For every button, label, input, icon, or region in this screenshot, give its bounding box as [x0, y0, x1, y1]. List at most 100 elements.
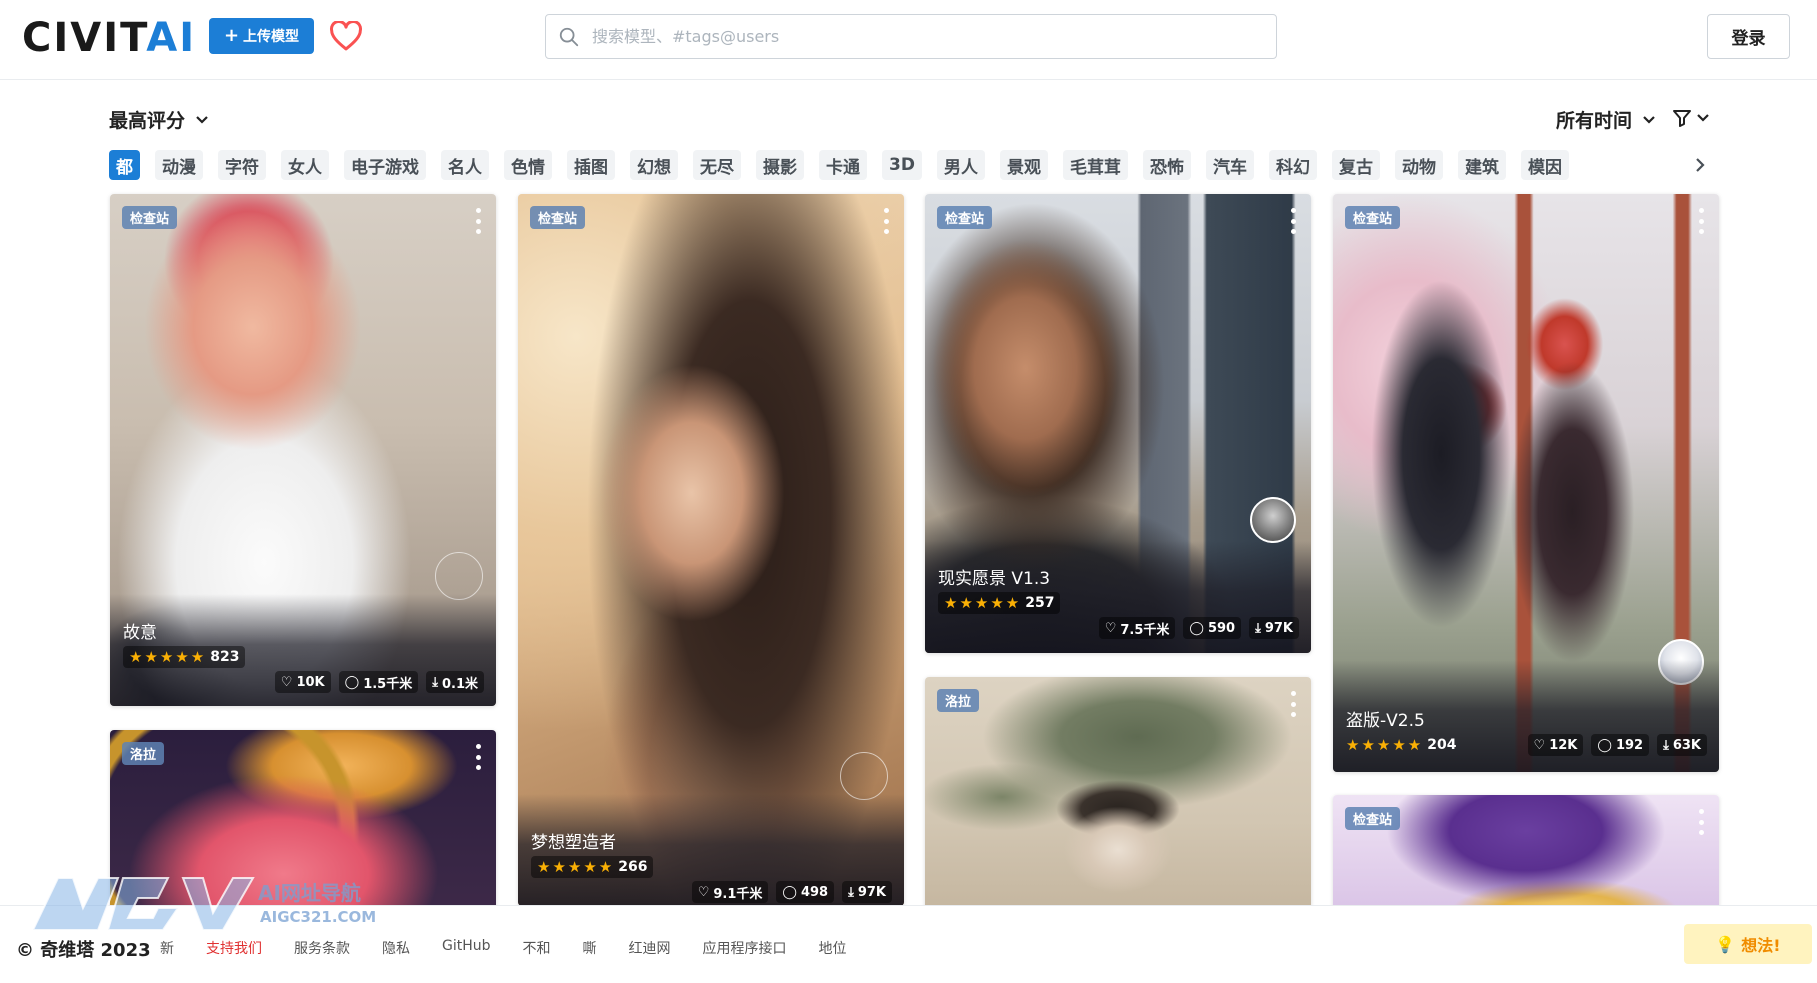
footer-link[interactable]: 应用程序接口	[703, 938, 787, 958]
rating-badge: ★★★★★ 204	[1346, 734, 1462, 756]
civitai-logo[interactable]: CIVITAI	[22, 16, 196, 60]
category-tab[interactable]: 动漫	[155, 150, 203, 180]
filter-icon	[1673, 110, 1691, 127]
chevron-down-icon	[1643, 115, 1655, 124]
model-card[interactable]: 检查站 现实愿景 V1.3 ★★★★★ 257 ♡ 7.5千米 ◯ 590 ⤓ 97K	[925, 194, 1311, 653]
footer-link[interactable]: 地位	[819, 938, 847, 958]
likes-count: 12K	[1549, 737, 1578, 753]
category-tab[interactable]: 3D	[882, 150, 922, 180]
reaction-ring-icon[interactable]	[840, 752, 888, 800]
heart-outline-icon: ♡	[1104, 620, 1117, 636]
category-tab[interactable]: 汽车	[1205, 150, 1254, 180]
category-tab[interactable]: 无尽	[693, 150, 741, 180]
tabs-scroll-right-button[interactable]	[1682, 150, 1718, 180]
downloads-count: 63K	[1672, 737, 1701, 753]
model-card[interactable]: 检查站 梦想塑造者 ★★★★★ 266 ♡ 9.1千米 ◯ 498 ⤓ 97K	[518, 194, 904, 906]
comment-icon: ◯	[344, 674, 360, 690]
filter-button[interactable]	[1672, 108, 1710, 128]
more-options-icon[interactable]	[882, 208, 890, 234]
comments-count: 590	[1207, 620, 1236, 636]
footer-link[interactable]: 服务条款	[294, 938, 350, 958]
rating-badge: ★★★★★ 257	[938, 592, 1061, 614]
search-bar[interactable]	[545, 14, 1277, 59]
comments-stat: ◯ 192	[1591, 734, 1650, 756]
login-button[interactable]: 登录	[1707, 14, 1790, 59]
reaction-ring-icon[interactable]	[435, 552, 483, 600]
model-type-badge: 检查站	[937, 206, 993, 229]
more-options-icon[interactable]	[1289, 208, 1297, 234]
chevron-right-icon	[1696, 158, 1705, 172]
category-tabs: 都 动漫 字符 女人 电子游戏 名人 色情 插图 幻想 无尽 摄影 卡通 3D …	[109, 150, 1569, 180]
support-heart-button[interactable]	[328, 18, 364, 54]
creator-avatar[interactable]	[1250, 497, 1296, 543]
footer-links: 新 支持我们 服务条款 隐私 GitHub 不和 嘶 红迪网 应用程序接口 地位	[160, 938, 847, 958]
category-tab[interactable]: 幻想	[630, 150, 678, 180]
likes-stat: ♡ 7.5千米	[1098, 617, 1176, 639]
model-type-badge: 洛拉	[122, 742, 165, 765]
heart-outline-icon: ♡	[280, 674, 293, 690]
upload-model-button[interactable]: + 上传模型	[209, 18, 314, 54]
category-tab[interactable]: 模因	[1520, 150, 1569, 180]
period-dropdown[interactable]: 所有时间	[1556, 106, 1656, 133]
category-tab[interactable]: 动物	[1394, 150, 1443, 180]
downloads-stat: ⤓ 97K	[1249, 617, 1299, 639]
footer-link[interactable]: 不和	[523, 938, 551, 958]
download-icon: ⤓	[848, 884, 854, 900]
category-tab[interactable]: 插图	[567, 150, 615, 180]
footer-link[interactable]: 支持我们	[206, 938, 262, 958]
model-type-badge: 检查站	[1345, 206, 1401, 229]
footer-link[interactable]: 红迪网	[629, 938, 671, 958]
rating-badge: ★★★★★ 266	[531, 856, 654, 878]
category-tab[interactable]: 电子游戏	[344, 150, 426, 180]
rating-badge: ★★★★★ 823	[123, 646, 246, 668]
footer-link[interactable]: 嘶	[583, 938, 597, 958]
downloads-count: 0.1米	[441, 676, 478, 692]
footer-link[interactable]: GitHub	[442, 938, 491, 958]
category-tab[interactable]: 色情	[504, 150, 552, 180]
model-stats: ♡ 9.1千米 ◯ 498 ⤓ 97K	[691, 881, 892, 903]
model-card[interactable]: 检查站	[1333, 795, 1719, 915]
more-options-icon[interactable]	[474, 208, 482, 234]
model-card[interactable]: 检查站 盗版-V2.5 ★★★★★ 204 ♡ 12K ◯ 192 ⤓ 63K	[1333, 194, 1719, 772]
more-options-icon[interactable]	[1697, 809, 1705, 835]
likes-count: 9.1千米	[713, 886, 763, 902]
comments-count: 1.5千米	[363, 676, 413, 692]
category-tab[interactable]: 毛茸茸	[1062, 150, 1128, 180]
logo-accent-text: AI	[146, 15, 197, 61]
model-title: 梦想塑造者	[531, 833, 616, 853]
category-tab[interactable]: 女人	[281, 150, 329, 180]
model-card[interactable]: 洛拉	[925, 677, 1311, 917]
lightbulb-icon: 💡	[1715, 934, 1736, 954]
category-tab[interactable]: 男人	[936, 150, 985, 180]
category-tab[interactable]: 建筑	[1457, 150, 1506, 180]
search-input[interactable]	[592, 27, 1252, 46]
more-options-icon[interactable]	[474, 744, 482, 770]
category-tab[interactable]: 都	[109, 150, 140, 180]
category-tab[interactable]: 景观	[999, 150, 1048, 180]
more-options-icon[interactable]	[1697, 208, 1705, 234]
category-tab[interactable]: 复古	[1331, 150, 1380, 180]
category-tab[interactable]: 卡通	[819, 150, 867, 180]
rating-count: 204	[1427, 737, 1457, 753]
more-options-icon[interactable]	[1289, 691, 1297, 717]
model-card[interactable]: 洛拉	[110, 730, 496, 910]
category-tab[interactable]: 摄影	[756, 150, 804, 180]
category-tab[interactable]: 科幻	[1268, 150, 1317, 180]
rating-count: 257	[1025, 595, 1055, 611]
category-tab[interactable]: 名人	[441, 150, 489, 180]
ideas-button[interactable]: 💡 想法!	[1684, 924, 1812, 964]
download-icon: ⤓	[1255, 620, 1261, 636]
footer-link[interactable]: 隐私	[382, 938, 410, 958]
sort-dropdown[interactable]: 最高评分	[109, 106, 209, 133]
footer-link[interactable]: 新	[160, 938, 174, 958]
downloads-count: 97K	[857, 884, 886, 900]
model-card[interactable]: 检查站 故意 ★★★★★ 823 ♡ 10K ◯ 1.5千米 ⤓ 0.1米	[110, 194, 496, 706]
copyright-text: © 奇维塔 2023	[16, 940, 151, 961]
category-tab[interactable]: 恐怖	[1142, 150, 1191, 180]
heart-outline-icon: ♡	[1533, 737, 1546, 753]
model-preview-image	[110, 730, 496, 910]
login-label: 登录	[1731, 29, 1766, 49]
top-bar: CIVITAI + 上传模型 登录	[0, 0, 1817, 80]
category-tab[interactable]: 字符	[218, 150, 266, 180]
plus-icon: +	[223, 25, 240, 46]
